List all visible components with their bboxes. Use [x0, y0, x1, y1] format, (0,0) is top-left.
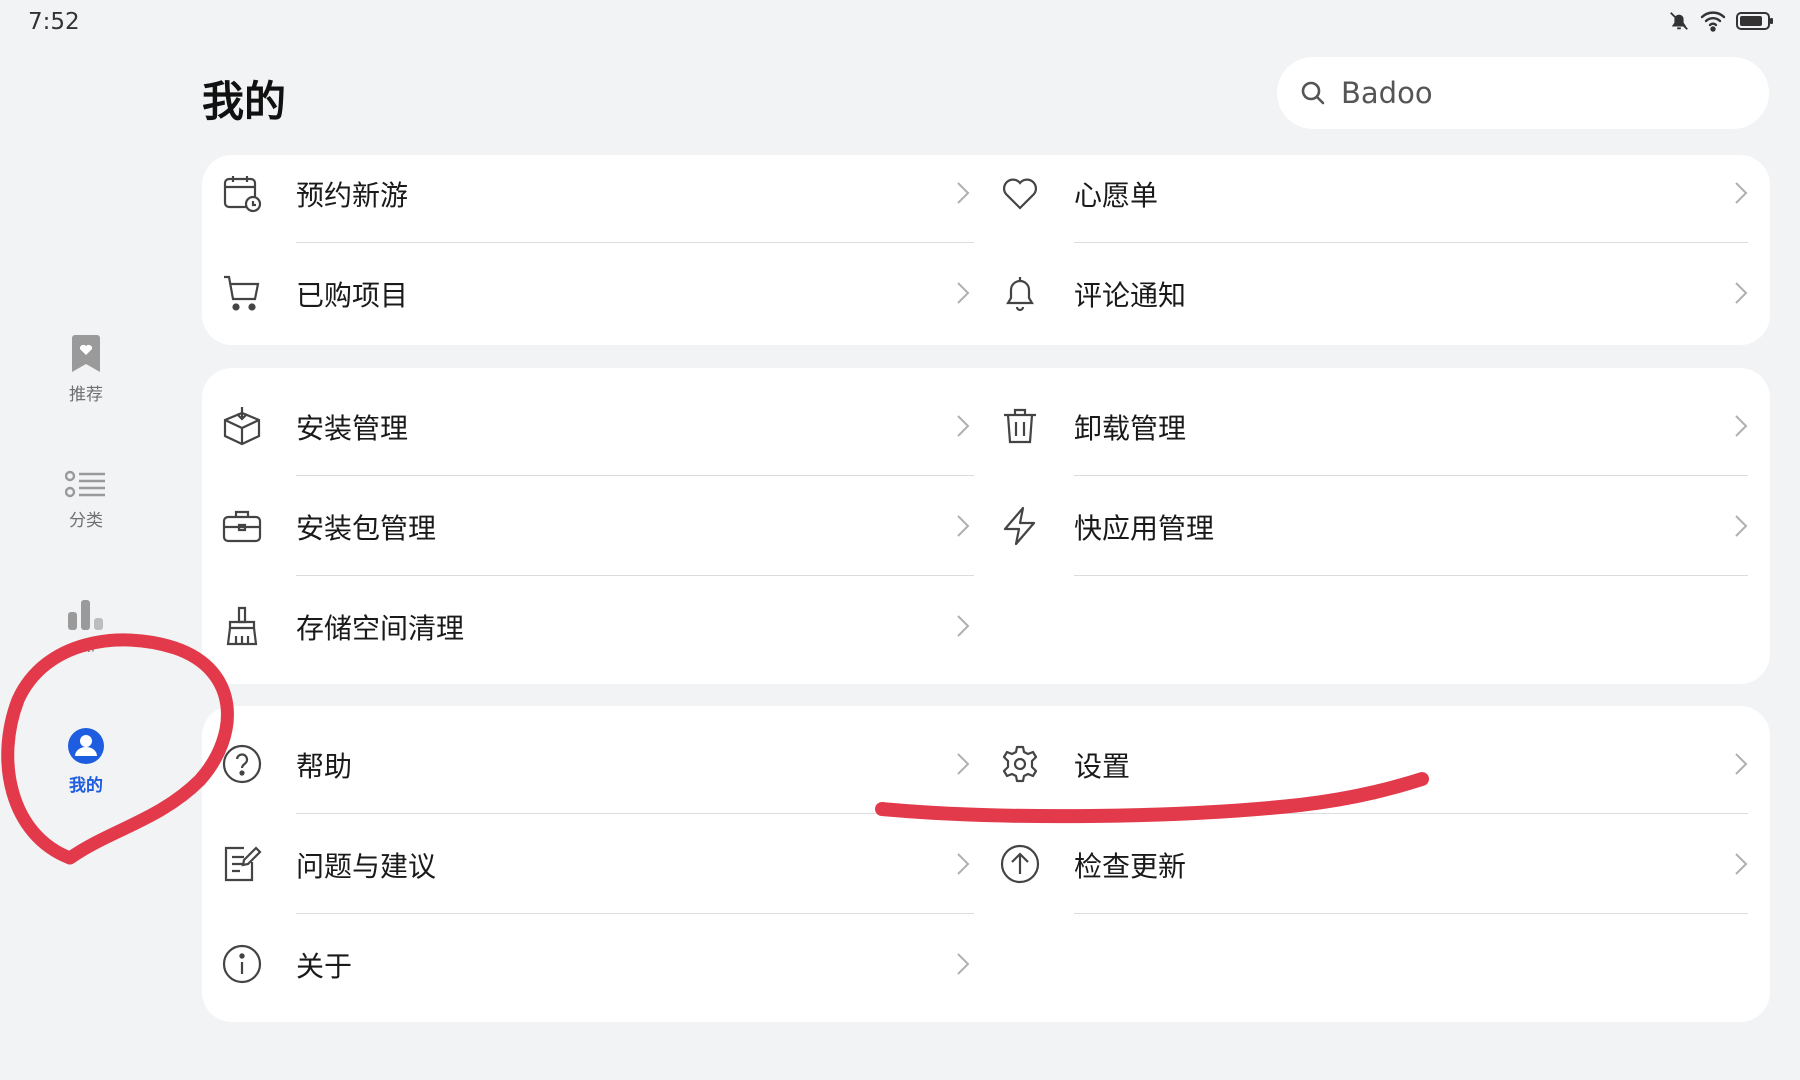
- bookmark-heart-icon: [72, 335, 100, 372]
- menu-item-label: 设置: [1074, 750, 1131, 783]
- chevron-right-icon: [957, 182, 970, 204]
- wifi-icon: [1700, 11, 1726, 32]
- divider: [1074, 575, 1748, 576]
- question-circle-icon: [222, 744, 262, 784]
- menu-card-management: 安装管理 卸载管理 安装包管理 快应用管理 存储空间清理: [202, 368, 1770, 684]
- menu-item-label: 问题与建议: [296, 850, 437, 883]
- heart-icon: [1003, 178, 1037, 210]
- menu-item-feedback[interactable]: 问题与建议: [202, 814, 980, 914]
- status-time: 7:52: [28, 9, 80, 35]
- mute-bell-icon: [1670, 12, 1688, 30]
- sidebar-item-recommend[interactable]: 推荐: [40, 334, 132, 405]
- bell-icon: [1006, 277, 1034, 312]
- person-icon: [68, 728, 104, 764]
- menu-item-wishlist[interactable]: 心愿单: [980, 143, 1770, 243]
- menu-item-reserve-games[interactable]: 预约新游: [202, 143, 980, 243]
- chevron-right-icon: [957, 282, 970, 304]
- menu-item-label: 心愿单: [1074, 179, 1159, 212]
- chevron-right-icon: [957, 753, 970, 775]
- menu-item-label: 已购项目: [296, 279, 409, 312]
- sidebar-item-label: 推荐: [69, 385, 103, 405]
- edit-note-icon: [224, 846, 262, 882]
- search-bar[interactable]: [1277, 57, 1769, 129]
- sidebar-item-label: 我的: [69, 776, 103, 796]
- menu-item-settings[interactable]: 设置: [980, 714, 1770, 814]
- menu-item-comment-notifications[interactable]: 评论通知: [980, 243, 1770, 343]
- briefcase-icon: [222, 510, 262, 543]
- menu-item-label: 安装包管理: [296, 512, 437, 545]
- chevron-right-icon: [1735, 515, 1748, 537]
- sidebar-item-category[interactable]: 分类: [40, 470, 132, 531]
- menu-card-support: 帮助 设置 问题与建议 检查更新 关于: [202, 706, 1770, 1022]
- menu-item-storage-cleanup[interactable]: 存储空间清理: [202, 576, 980, 676]
- menu-item-label: 安装管理: [296, 412, 409, 445]
- chevron-right-icon: [1735, 853, 1748, 875]
- battery-icon: [1736, 12, 1773, 30]
- cart-icon: [224, 275, 260, 311]
- box-download-icon: [223, 407, 261, 446]
- chevron-right-icon: [1735, 753, 1748, 775]
- chevron-right-icon: [1735, 282, 1748, 304]
- menu-item-label: 评论通知: [1074, 279, 1187, 312]
- chevron-right-icon: [1735, 415, 1748, 437]
- sidebar-item-label: 分类: [69, 511, 103, 531]
- chevron-right-icon: [957, 615, 970, 637]
- chevron-right-icon: [957, 515, 970, 537]
- menu-card-games: 预约新游 心愿单 已购项目 评论通知: [202, 155, 1770, 345]
- trash-icon: [1004, 408, 1036, 444]
- search-input[interactable]: [1339, 75, 1743, 111]
- page-title: 我的: [202, 77, 287, 126]
- menu-item-help[interactable]: 帮助: [202, 714, 980, 814]
- chevron-right-icon: [957, 415, 970, 437]
- broom-icon: [226, 606, 258, 646]
- gear-icon: [1002, 745, 1038, 783]
- divider: [1074, 913, 1748, 914]
- status-icons: [1668, 10, 1774, 32]
- sidebar-item-label: 榜: [40, 638, 132, 652]
- menu-item-package-management[interactable]: 安装包管理: [202, 476, 980, 576]
- menu-item-check-update[interactable]: 检查更新: [980, 814, 1770, 914]
- chevron-right-icon: [1735, 182, 1748, 204]
- bar-chart-icon: [68, 600, 103, 630]
- list-icon: [65, 470, 105, 498]
- info-circle-icon: [222, 944, 262, 984]
- menu-item-label: 卸载管理: [1074, 412, 1187, 445]
- menu-item-label: 帮助: [296, 750, 353, 783]
- menu-item-install-management[interactable]: 安装管理: [202, 376, 980, 476]
- arrow-up-circle-icon: [1000, 844, 1040, 884]
- lightning-icon: [1003, 506, 1036, 546]
- menu-item-label: 关于: [296, 950, 353, 983]
- menu-item-purchased[interactable]: 已购项目: [202, 243, 980, 343]
- calendar-clock-icon: [223, 176, 262, 213]
- menu-item-label: 检查更新: [1074, 850, 1187, 883]
- menu-item-label: 快应用管理: [1074, 512, 1215, 545]
- menu-item-about[interactable]: 关于: [202, 914, 980, 1014]
- sidebar-item-ranking[interactable]: 榜: [40, 598, 132, 652]
- chevron-right-icon: [957, 953, 970, 975]
- search-icon: [1301, 81, 1325, 105]
- menu-item-uninstall-management[interactable]: 卸载管理: [980, 376, 1770, 476]
- menu-item-label: 预约新游: [296, 179, 409, 212]
- menu-item-quick-app-management[interactable]: 快应用管理: [980, 476, 1770, 576]
- chevron-right-icon: [957, 853, 970, 875]
- sidebar-item-mine[interactable]: 我的: [40, 727, 132, 796]
- menu-item-label: 存储空间清理: [296, 612, 465, 645]
